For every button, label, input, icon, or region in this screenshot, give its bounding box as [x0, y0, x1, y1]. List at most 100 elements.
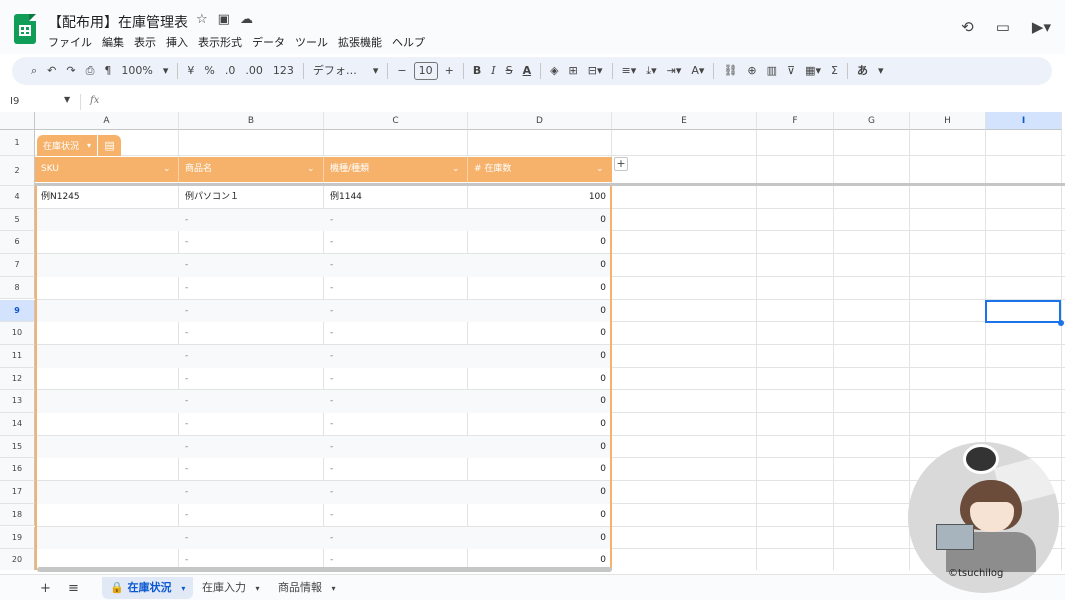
table-cell[interactable]: - — [185, 481, 315, 504]
paint-format-icon[interactable]: ¶ — [99, 61, 116, 81]
table-cell[interactable]: 0 — [470, 527, 606, 550]
table-cell[interactable] — [41, 345, 171, 368]
sheet-tab-stock-status[interactable]: 🔒 在庫状況 ▾ — [102, 577, 194, 599]
table-cell[interactable]: 0 — [470, 209, 606, 232]
font-caret-icon[interactable]: ▾ — [368, 61, 384, 81]
table-cell[interactable]: - — [185, 390, 315, 413]
table-cell[interactable]: - — [185, 345, 315, 368]
font-size-increase-button[interactable]: + — [440, 61, 459, 81]
table-cell[interactable]: - — [185, 254, 315, 277]
row-header-17[interactable]: 17 — [0, 481, 35, 504]
table-cell[interactable] — [41, 413, 171, 436]
table-cell[interactable]: 0 — [470, 436, 606, 459]
increase-decimal-button[interactable]: .00 — [240, 61, 268, 81]
insert-chart-icon[interactable]: ▥ — [762, 61, 782, 81]
menu-insert[interactable]: 挿入 — [166, 34, 188, 50]
functions-button[interactable]: Σ — [826, 61, 843, 81]
menu-extensions[interactable]: 拡張機能 — [338, 34, 382, 50]
row-header-2[interactable]: 2 — [0, 156, 35, 186]
table-cell[interactable] — [41, 277, 171, 300]
row-header-18[interactable]: 18 — [0, 503, 35, 527]
table-cell[interactable]: - — [185, 458, 315, 481]
table-cell[interactable]: 0 — [470, 458, 606, 481]
table-cell[interactable] — [41, 368, 171, 391]
insert-comment-icon[interactable]: ⊕ — [742, 61, 761, 81]
text-rotation-icon[interactable]: A▾ — [686, 61, 709, 81]
input-tools-button[interactable]: あ — [852, 61, 873, 81]
table-cell[interactable] — [41, 209, 171, 232]
column-header-a[interactable]: A — [35, 112, 179, 130]
table-cell[interactable]: - — [185, 368, 315, 391]
input-tools-caret-icon[interactable]: ▾ — [873, 61, 889, 81]
menu-edit[interactable]: 編集 — [102, 34, 124, 50]
table-cell[interactable]: 0 — [470, 481, 606, 504]
stock-column-menu-icon[interactable]: ⌄ — [596, 157, 604, 182]
table-cell[interactable]: 0 — [470, 277, 606, 300]
sku-column-menu-icon[interactable]: ⌄ — [163, 157, 171, 182]
table-cell[interactable]: - — [185, 504, 315, 527]
sheet-tab-caret-icon[interactable]: ▾ — [256, 584, 260, 593]
table-cell[interactable]: - — [330, 209, 460, 232]
font-select[interactable]: デフォ… — [308, 61, 368, 81]
fill-color-icon[interactable]: ◈ — [545, 61, 563, 81]
undo-icon[interactable]: ↶ — [42, 61, 61, 81]
text-color-button[interactable]: A — [518, 61, 537, 81]
row-header-5[interactable]: 5 — [0, 208, 35, 232]
table-cell[interactable] — [41, 436, 171, 459]
column-header-product-name[interactable]: 商品名 — [179, 157, 212, 182]
search-menus-icon[interactable]: ⌕ — [26, 61, 42, 81]
version-history-icon[interactable]: ⟲ — [961, 18, 974, 36]
table-cell[interactable]: - — [185, 527, 315, 550]
table-cell[interactable] — [41, 458, 171, 481]
table-cell[interactable] — [41, 300, 171, 323]
table-name-chip[interactable]: 在庫状況 ▾ ▤ — [37, 135, 122, 156]
row-header-10[interactable]: 10 — [0, 322, 35, 345]
menu-format[interactable]: 表示形式 — [198, 34, 242, 50]
table-cell[interactable]: 0 — [470, 504, 606, 527]
table-cell[interactable]: 0 — [470, 322, 606, 345]
row-header-14[interactable]: 14 — [0, 413, 35, 436]
meet-icon[interactable]: ▶▾ — [1032, 18, 1051, 36]
more-formats-button[interactable]: 123 — [268, 61, 299, 81]
table-cell[interactable]: 0 — [470, 413, 606, 436]
table-cell[interactable]: - — [330, 413, 460, 436]
name-box-caret-icon[interactable]: ▼ — [64, 95, 70, 104]
select-all-corner[interactable] — [0, 112, 35, 130]
table-cell[interactable]: 例1144 — [330, 186, 460, 209]
menu-help[interactable]: ヘルプ — [392, 34, 425, 50]
table-cell[interactable]: - — [185, 231, 315, 254]
decrease-decimal-button[interactable]: .0 — [220, 61, 241, 81]
vertical-align-icon[interactable]: ⤓▾ — [641, 61, 661, 81]
table-cell[interactable]: - — [185, 436, 315, 459]
column-header-g[interactable]: G — [834, 112, 910, 130]
merge-cells-icon[interactable]: ⊟▾ — [583, 61, 608, 81]
text-wrapping-icon[interactable]: ⇥▾ — [662, 61, 687, 81]
table-cell[interactable] — [41, 527, 171, 550]
table-cell[interactable]: - — [330, 254, 460, 277]
column-header-e[interactable]: E — [612, 112, 757, 130]
menu-file[interactable]: ファイル — [48, 34, 92, 50]
table-cell[interactable]: - — [330, 345, 460, 368]
sheet-tab-product-info[interactable]: 商品情報 ▾ — [270, 577, 344, 599]
name-box[interactable]: I9 — [10, 96, 19, 107]
sheet-tab-caret-icon[interactable]: ▾ — [181, 584, 185, 593]
column-header-sku[interactable]: SKU — [35, 157, 59, 182]
star-icon[interactable]: ☆ — [196, 12, 208, 27]
bold-button[interactable]: B — [468, 61, 486, 81]
insert-link-icon[interactable]: ⛓ — [718, 61, 742, 81]
table-cell[interactable]: - — [185, 413, 315, 436]
add-sheet-icon[interactable]: + — [40, 581, 51, 596]
row-header-6[interactable]: 6 — [0, 231, 35, 255]
document-title[interactable]: 【配布用】在庫管理表 — [48, 12, 188, 32]
table-cell[interactable]: 0 — [470, 231, 606, 254]
font-size-decrease-button[interactable]: − — [392, 61, 411, 81]
table-cell[interactable] — [41, 322, 171, 345]
table-cell[interactable] — [41, 390, 171, 413]
table-cell[interactable]: - — [185, 322, 315, 345]
row-header-16[interactable]: 16 — [0, 458, 35, 482]
table-cell[interactable]: 0 — [470, 368, 606, 391]
comments-icon[interactable]: ▭ — [996, 18, 1010, 36]
table-cell[interactable]: 0 — [470, 300, 606, 323]
all-sheets-icon[interactable]: ≡ — [68, 581, 79, 596]
table-cell[interactable]: 100 — [470, 186, 606, 209]
